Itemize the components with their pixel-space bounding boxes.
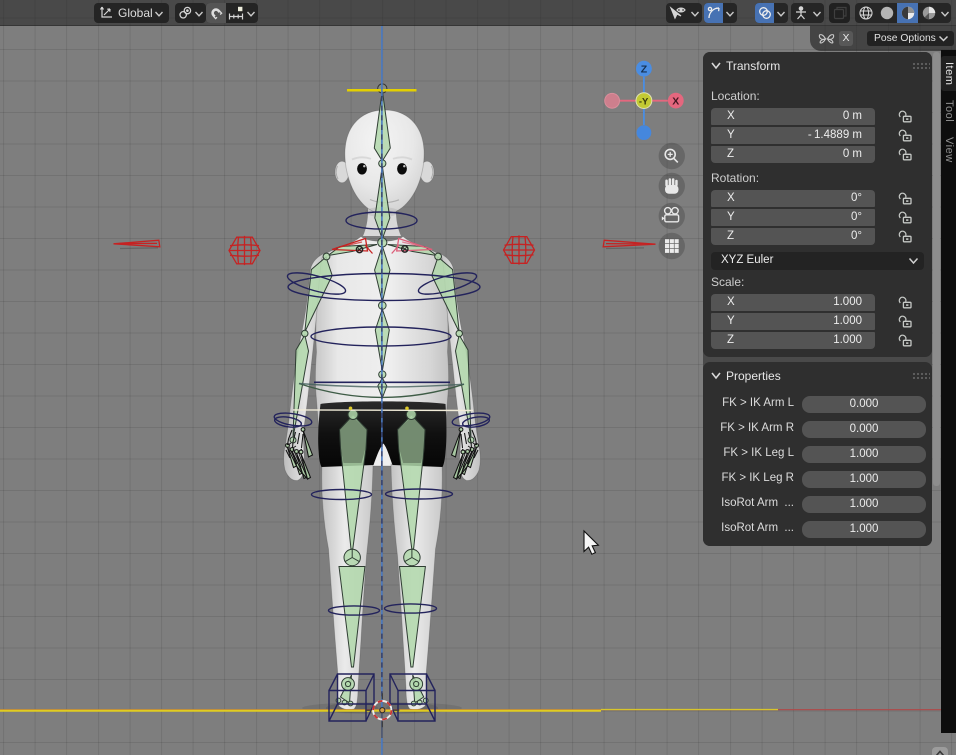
- svg-text:Z: Z: [641, 64, 648, 76]
- svg-text:-Y: -Y: [639, 96, 649, 107]
- svg-text:X: X: [672, 95, 679, 107]
